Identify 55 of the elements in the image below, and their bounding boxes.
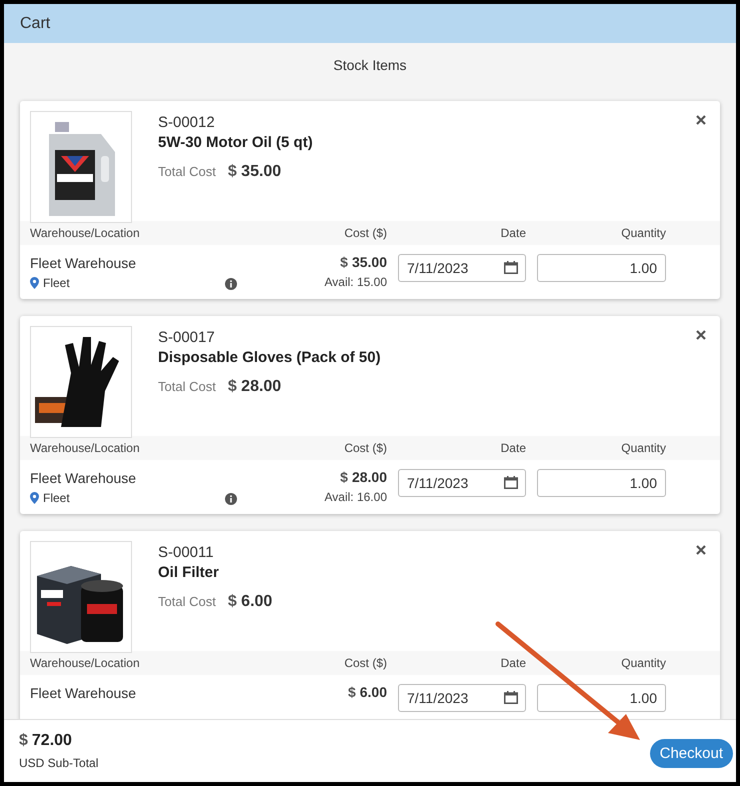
column-header: Date: [500, 441, 526, 455]
total-cost: $ 6.00: [228, 593, 272, 611]
close-icon[interactable]: [696, 545, 706, 555]
quantity-field[interactable]: 1.00: [537, 254, 666, 282]
section-title: Stock Items: [333, 57, 407, 73]
calendar-icon[interactable]: [504, 476, 518, 489]
info-icon[interactable]: [225, 278, 237, 290]
item-number: S-00011: [158, 543, 215, 563]
location-name: Fleet: [43, 491, 70, 505]
item-number: S-00017: [158, 328, 216, 348]
total-cost-label: Total Cost: [158, 379, 216, 394]
item-number: S-00012: [158, 113, 216, 133]
location-pin-icon: [30, 492, 39, 504]
total-cost-label: Total Cost: [158, 164, 216, 179]
window-title: Cart: [20, 14, 50, 32]
column-header: Cost ($): [343, 656, 387, 670]
total-cost: $ 28.00: [228, 378, 282, 396]
column-header: Warehouse/Location: [30, 441, 141, 455]
warehouse-name: Fleet Warehouse: [30, 254, 138, 272]
subtotal-label: USD Sub-Total: [19, 756, 98, 770]
date-field[interactable]: 7/11/2023: [398, 684, 526, 712]
item-name: Oil Filter: [158, 563, 220, 583]
column-header: Date: [500, 656, 526, 670]
warehouse-name: Fleet Warehouse: [30, 469, 138, 487]
subtotal-amount: $ 72.00: [19, 732, 73, 750]
unit-cost: $ 28.00: [340, 469, 387, 485]
item-name: Disposable Gloves (Pack of 50): [158, 348, 381, 368]
quantity-field[interactable]: 1.00: [537, 684, 666, 712]
close-icon[interactable]: [696, 115, 706, 125]
date-field[interactable]: 7/11/2023: [398, 254, 526, 282]
column-header: Quantity: [620, 656, 666, 670]
total-cost-label: Total Cost: [158, 594, 216, 609]
calendar-icon[interactable]: [504, 691, 518, 704]
unit-cost: $ 6.00: [348, 684, 387, 700]
column-header: Quantity: [620, 441, 666, 455]
column-header: Cost ($): [343, 226, 387, 240]
item-name: 5W-30 Motor Oil (5 qt): [158, 133, 313, 153]
available-quantity: Avail: 15.00: [324, 275, 387, 289]
column-header: Quantity: [620, 226, 666, 240]
location-name: Fleet: [43, 276, 70, 290]
unit-cost: $ 35.00: [340, 254, 387, 270]
checkout-button[interactable]: Checkout: [650, 738, 733, 768]
column-header: Date: [500, 226, 526, 240]
available-quantity: Avail: 16.00: [324, 490, 387, 504]
total-cost: $ 35.00: [228, 163, 282, 181]
quantity-field[interactable]: 1.00: [537, 469, 666, 497]
location-pin-icon: [30, 277, 39, 289]
column-header: Warehouse/Location: [30, 226, 141, 240]
date-field[interactable]: 7/11/2023: [398, 469, 526, 497]
calendar-icon[interactable]: [504, 261, 518, 274]
warehouse-name: Fleet Warehouse: [30, 684, 138, 702]
info-icon[interactable]: [225, 493, 237, 505]
close-icon[interactable]: [696, 330, 706, 340]
column-header: Warehouse/Location: [30, 656, 141, 670]
column-header: Cost ($): [343, 441, 387, 455]
